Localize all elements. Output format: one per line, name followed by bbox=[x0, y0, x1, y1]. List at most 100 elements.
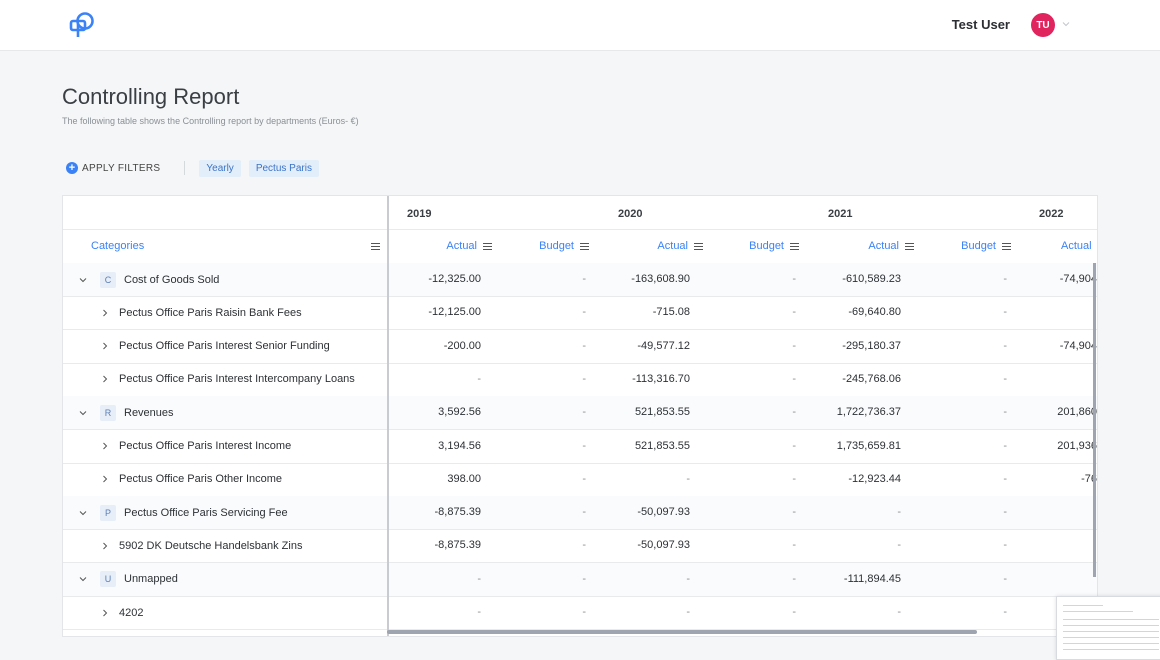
category-label: 5902 DK Deutsche Handelsbank Zins bbox=[119, 539, 303, 552]
table-row[interactable]: Pectus Office Paris Other Income 398.00 - -… bbox=[63, 463, 1097, 497]
column-menu-icon[interactable] bbox=[1002, 242, 1011, 250]
actual-value-cell: -74,904 bbox=[1059, 339, 1097, 352]
user-name[interactable]: Test User bbox=[952, 17, 1010, 32]
category-label: Pectus Office Paris Interest Senior Fund… bbox=[119, 340, 330, 353]
group-row[interactable]: C Cost of Goods Sold -12,325.00 - -163,608.9… bbox=[63, 263, 1097, 297]
category-badge: R bbox=[100, 404, 116, 421]
actual-value-cell: - bbox=[897, 539, 901, 552]
chevron-right-icon[interactable] bbox=[101, 475, 109, 483]
budget-value-cell: - bbox=[1003, 606, 1007, 618]
budget-value-cell: - bbox=[792, 273, 796, 285]
chevron-down-icon[interactable] bbox=[79, 575, 87, 583]
budget-value-cell: - bbox=[792, 606, 796, 618]
column-header-label: Budget bbox=[749, 240, 784, 252]
actual-value-cell: 201,860 bbox=[1057, 406, 1097, 419]
chevron-right-icon[interactable] bbox=[101, 342, 109, 350]
budget-value-cell: - bbox=[582, 572, 586, 585]
actual-column-header[interactable]: Actual bbox=[446, 240, 492, 252]
column-menu-icon[interactable] bbox=[790, 242, 799, 250]
actual-value-cell: -49,577.12 bbox=[637, 339, 690, 352]
actual-value-cell: -8,875.39 bbox=[434, 539, 481, 552]
column-header-label: Budget bbox=[961, 240, 996, 252]
column-menu-icon[interactable] bbox=[371, 243, 380, 250]
actual-value-cell: -610,589.23 bbox=[842, 273, 901, 285]
budget-column-header[interactable]: Budget bbox=[749, 240, 799, 252]
actual-value-cell: -113,316.70 bbox=[632, 372, 690, 385]
column-header-label: Actual bbox=[657, 240, 688, 252]
chevron-right-icon[interactable] bbox=[101, 309, 109, 317]
column-menu-icon[interactable] bbox=[483, 242, 492, 250]
actual-value-cell: -50,097.93 bbox=[637, 539, 690, 552]
filter-chip-yearly[interactable]: Yearly bbox=[199, 159, 241, 177]
budget-value-cell: - bbox=[1003, 306, 1007, 319]
actual-value-cell: 1,722,736.37 bbox=[836, 406, 901, 419]
actual-value-cell: - bbox=[897, 506, 901, 519]
chevron-down-icon[interactable] bbox=[79, 409, 87, 417]
vertical-scrollbar[interactable] bbox=[1093, 263, 1096, 577]
app-logo-icon[interactable] bbox=[68, 11, 98, 39]
group-row[interactable]: U Unmapped - - - - -111,894.45 - bbox=[63, 562, 1097, 597]
year-2019: 2019 bbox=[407, 208, 432, 220]
budget-value-cell: - bbox=[792, 506, 796, 519]
actual-value-cell: -12,125.00 bbox=[428, 306, 481, 319]
actual-column-header[interactable]: Actual bbox=[657, 240, 703, 252]
chevron-down-icon[interactable] bbox=[1061, 19, 1071, 29]
plus-circle-icon: + bbox=[66, 162, 78, 174]
category-label: Pectus Office Paris Other Income bbox=[119, 473, 283, 486]
budget-value-cell: - bbox=[582, 406, 586, 419]
filter-chip-entity[interactable]: Pectus Paris bbox=[248, 159, 319, 177]
actual-value-cell: - bbox=[686, 572, 690, 585]
category-badge: P bbox=[100, 504, 116, 521]
divider bbox=[184, 161, 186, 175]
category-cell: Pectus Office Paris Other Income bbox=[63, 463, 387, 496]
budget-value-cell: - bbox=[792, 306, 796, 319]
chevron-down-icon[interactable] bbox=[79, 509, 87, 517]
category-cell: 4202 bbox=[63, 596, 387, 629]
chevron-down-icon[interactable] bbox=[79, 276, 87, 284]
category-label: Unmapped bbox=[124, 573, 178, 586]
actual-value-cell: -295,180.37 bbox=[842, 339, 901, 352]
table-row[interactable]: Pectus Office Paris Interest Senior Fund… bbox=[63, 330, 1097, 364]
budget-value-cell: - bbox=[792, 372, 796, 385]
filter-bar: + APPLY FILTERS Yearly Pectus Paris bbox=[66, 159, 327, 177]
table-row[interactable]: Pectus Office Paris Interest Intercompan… bbox=[63, 363, 1097, 397]
column-menu-icon[interactable] bbox=[905, 242, 914, 250]
table-row[interactable]: Pectus Office Paris Raisin Bank Fees -12,… bbox=[63, 296, 1097, 331]
category-label: Cost of Goods Sold bbox=[124, 273, 220, 286]
table-row[interactable]: 4202 - - - - - - bbox=[63, 596, 1097, 630]
category-cell: Pectus Office Paris Interest Intercompan… bbox=[63, 363, 387, 396]
column-menu-icon[interactable] bbox=[694, 242, 703, 250]
actual-value-cell: 521,853.55 bbox=[634, 439, 690, 452]
apply-filters-button[interactable]: + APPLY FILTERS bbox=[66, 162, 160, 174]
budget-value-cell: - bbox=[1003, 472, 1007, 485]
category-label: 4202 bbox=[119, 606, 144, 619]
budget-column-header[interactable]: Budget bbox=[539, 240, 589, 252]
chevron-right-icon[interactable] bbox=[101, 442, 109, 450]
chevron-right-icon[interactable] bbox=[101, 609, 109, 617]
year-2020: 2020 bbox=[618, 208, 643, 220]
column-header-label: Budget bbox=[539, 240, 574, 252]
group-row[interactable]: R Revenues 3,592.56 - 521,853.55 - 1,722,736.3… bbox=[63, 396, 1097, 431]
category-label: Revenues bbox=[124, 406, 174, 419]
group-row[interactable]: P Pectus Office Paris Servicing Fee -8,875… bbox=[63, 496, 1097, 531]
column-header-label: Actual bbox=[446, 240, 477, 252]
avatar[interactable]: TU bbox=[1031, 13, 1055, 37]
category-cell: Pectus Office Paris Interest Senior Fund… bbox=[63, 330, 387, 363]
chevron-right-icon[interactable] bbox=[101, 542, 109, 550]
table-row[interactable]: Pectus Office Paris Interest Income 3,194… bbox=[63, 430, 1097, 464]
horizontal-scrollbar[interactable] bbox=[387, 630, 977, 634]
budget-value-cell: - bbox=[792, 472, 796, 485]
budget-value-cell: - bbox=[582, 539, 586, 552]
categories-header[interactable]: Categories bbox=[91, 240, 144, 252]
budget-value-cell: - bbox=[582, 472, 586, 485]
actual-column-header[interactable]: Actual bbox=[1061, 240, 1092, 252]
budget-column-header[interactable]: Budget bbox=[961, 240, 1011, 252]
budget-value-cell: - bbox=[1003, 572, 1007, 585]
chevron-right-icon[interactable] bbox=[101, 375, 109, 383]
column-menu-icon[interactable] bbox=[580, 242, 589, 250]
category-label: Pectus Office Paris Servicing Fee bbox=[124, 506, 288, 519]
screenshot-thumbnail[interactable] bbox=[1056, 596, 1160, 660]
category-cell: U Unmapped bbox=[63, 563, 387, 596]
table-row[interactable]: 5902 DK Deutsche Handelsbank Zins -8,875.… bbox=[63, 529, 1097, 564]
actual-column-header[interactable]: Actual bbox=[868, 240, 914, 252]
